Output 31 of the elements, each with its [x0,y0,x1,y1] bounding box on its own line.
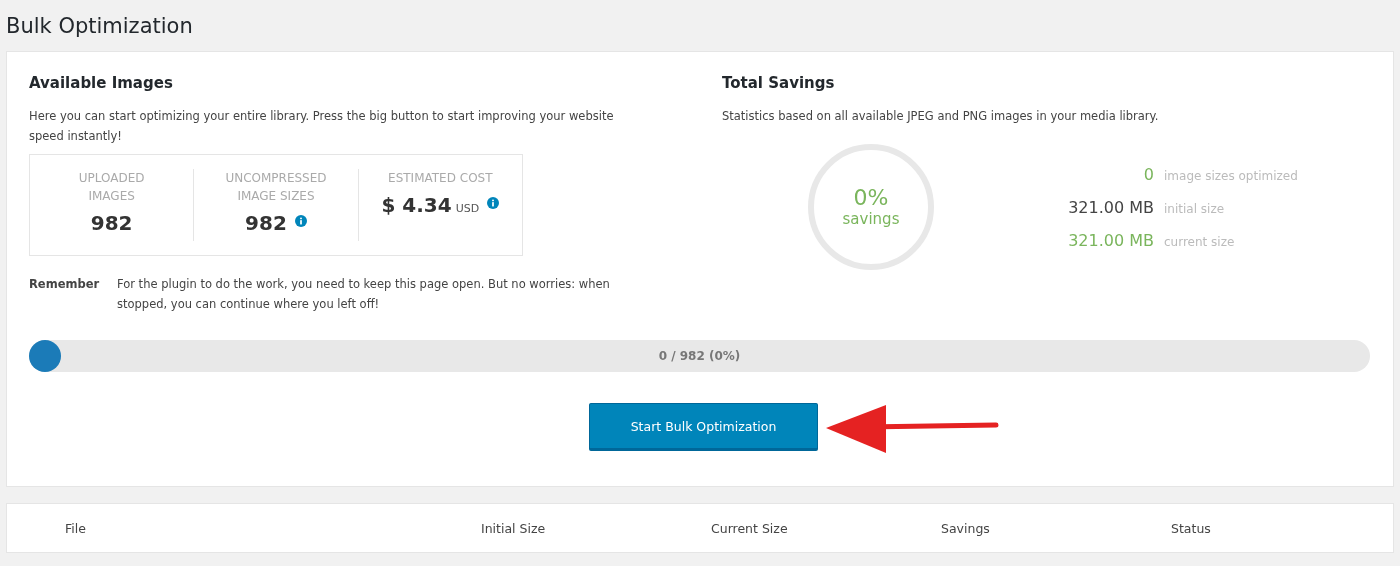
page-title: Bulk Optimization [6,13,194,40]
figure-label: current size [1164,234,1235,249]
info-icon[interactable] [294,215,307,228]
stat-value: 982 [245,211,287,236]
stat-label: UNCOMPRESSED IMAGE SIZES [224,170,328,206]
column-header[interactable]: Current Size [711,520,788,536]
column-header[interactable]: Status [1171,520,1211,536]
description: Statistics based on all available JPEG and PNG images in your media library. [722,108,1160,126]
stat-label: ESTIMATED COST [387,170,494,188]
remember-text: For the plugin to do the work, you need to keep this page open. But no worries: when stopped, you can continue where you left off! [117,276,611,314]
stat-value: $ 4.34 [381,193,452,218]
column-header[interactable]: Initial Size [481,520,546,536]
savings-percent: 0% [853,186,889,211]
stat-value: 982 [90,211,133,236]
figure-value: 321.00 MB [1067,230,1154,250]
figure-label: image sizes optimized [1164,168,1298,183]
column-header[interactable]: Savings [941,520,990,536]
stat-label: UPLOADED IMAGES [77,170,146,206]
remember-label: Remember [29,276,101,294]
section-heading: Total Savings [722,74,836,93]
info-icon[interactable] [487,197,500,210]
start-button[interactable]: Start Bulk Optimization [589,403,818,452]
figure-value: 321.00 MB [1067,197,1154,217]
stat-unit: USD [455,202,480,216]
figure-value: 0 [1142,164,1154,184]
description: Here you can start optimizing your entire library. Press the big button to start improving your website speed instantly! [29,108,615,146]
column-header[interactable]: File [65,520,86,536]
progress-text: 0 / 982 (0%) [657,348,742,366]
savings-label: savings [842,210,900,229]
section-heading: Available Images [29,74,174,93]
figure-label: initial size [1164,201,1225,216]
